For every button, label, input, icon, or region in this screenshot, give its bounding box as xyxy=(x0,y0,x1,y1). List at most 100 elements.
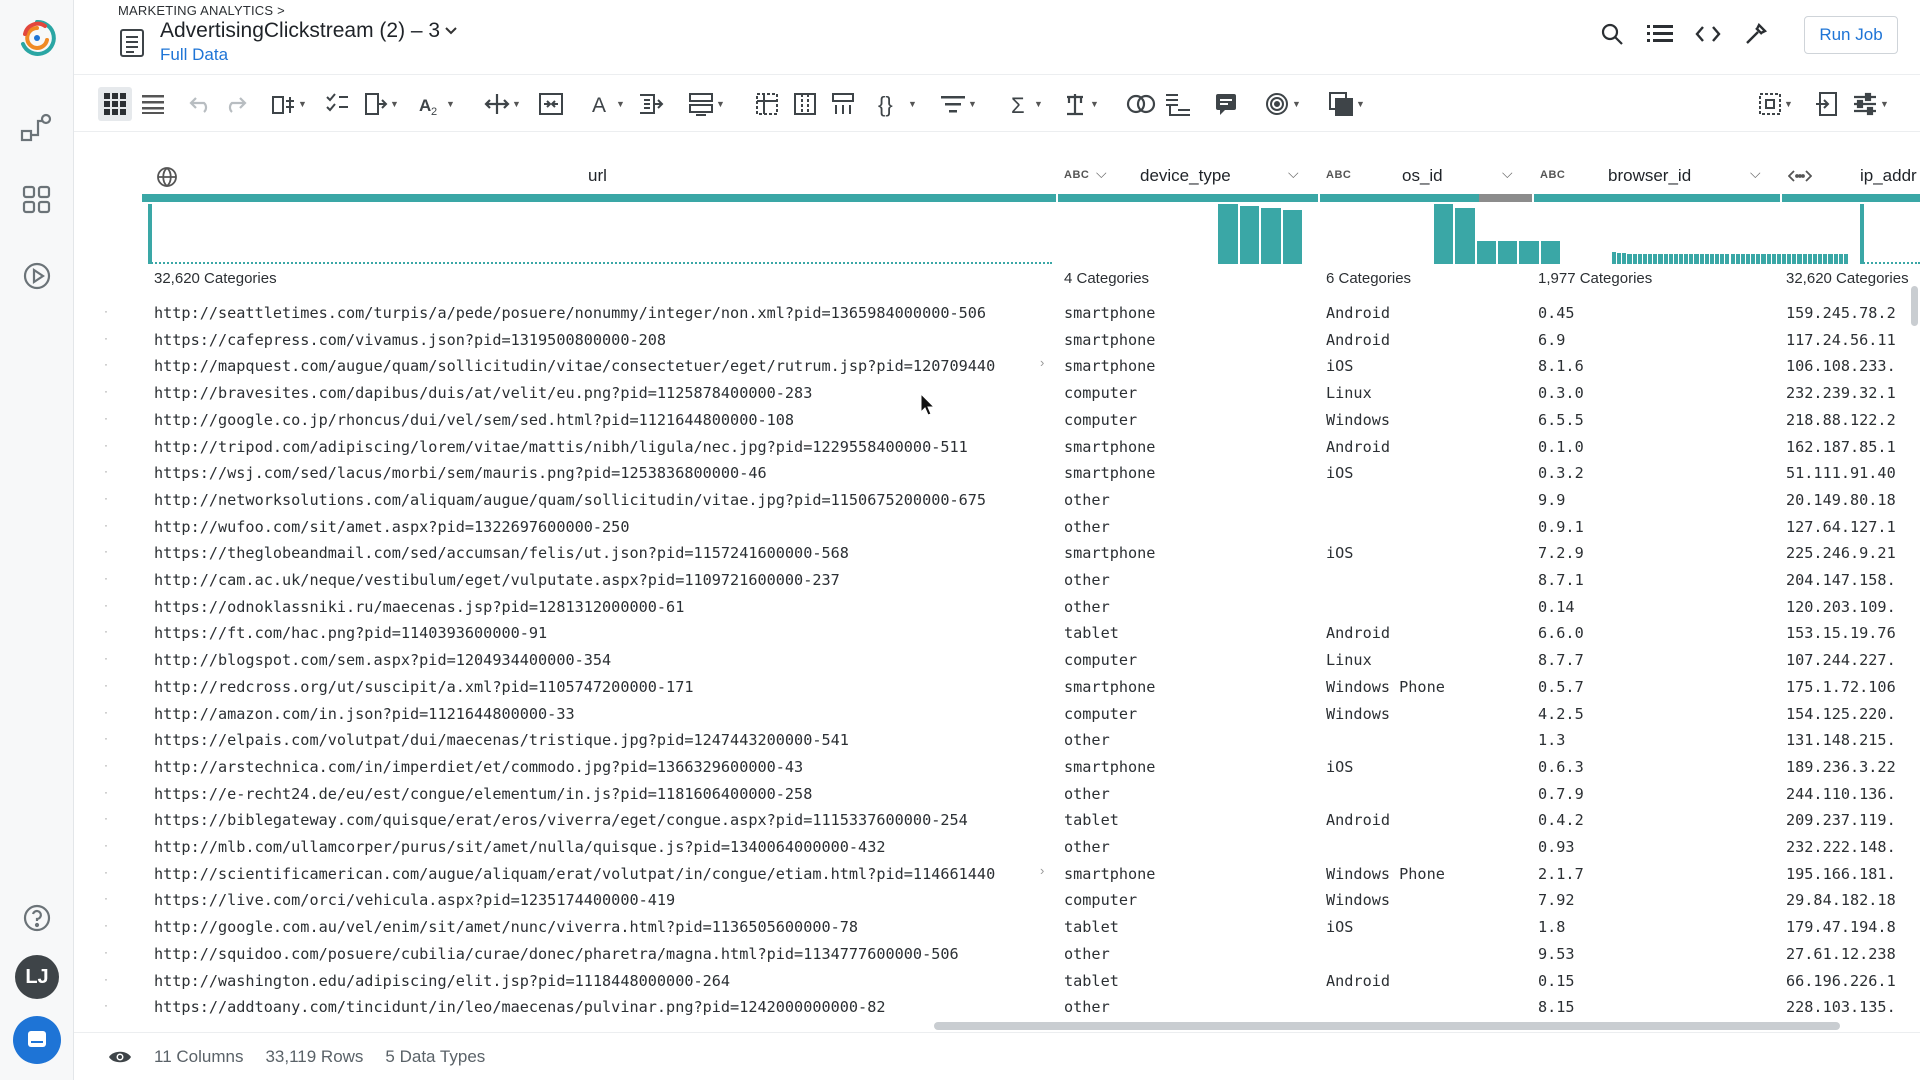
quality-bar-browser-id[interactable] xyxy=(1534,194,1780,202)
column-header-browser-id[interactable]: ABC browser_id ⌵ xyxy=(1532,160,1780,194)
cell-device-type[interactable]: tablet xyxy=(1064,918,1314,936)
histogram-bar[interactable] xyxy=(1218,204,1238,264)
validate-icon[interactable] xyxy=(324,87,350,121)
sample-link[interactable]: Full Data xyxy=(160,45,228,65)
cell-url[interactable]: http://tripod.com/adipiscing/lorem/vitae… xyxy=(154,438,1132,456)
histogram-bar[interactable] xyxy=(1823,253,1828,264)
cell-url[interactable]: http://washington.edu/adipiscing/elit.js… xyxy=(154,972,1132,990)
histogram-bar[interactable] xyxy=(1812,253,1818,264)
cell-device-type[interactable]: smartphone xyxy=(1064,678,1314,696)
cell-url[interactable]: https://biblegateway.com/quisque/erat/er… xyxy=(154,811,1132,829)
cell-os-id[interactable]: Windows xyxy=(1326,891,1526,909)
histogram-bar[interactable] xyxy=(1653,253,1658,264)
cell-device-type[interactable]: other xyxy=(1064,598,1314,616)
cell-browser-id[interactable]: 9.9 xyxy=(1538,491,1774,509)
histogram-bar[interactable] xyxy=(1455,207,1475,264)
cell-ip-addr[interactable]: 225.246.9.21 xyxy=(1786,544,1920,562)
redo-icon[interactable] xyxy=(224,87,248,121)
chevron-down-icon[interactable]: ⌵ xyxy=(1288,165,1299,182)
histogram-bar[interactable] xyxy=(1745,253,1751,264)
cell-ip-addr[interactable]: 159.245.78.2 xyxy=(1786,304,1920,322)
cell-url[interactable]: http://bravesites.com/dapibus/duis/at/ve… xyxy=(154,384,1132,402)
library-icon[interactable] xyxy=(0,172,74,228)
table-row[interactable]: · http://blogspot.com/sem.aspx?pid=120493… xyxy=(74,647,1920,673)
run-job-button[interactable]: Run Job xyxy=(1804,16,1898,54)
table-row[interactable]: · http://mlb.com/ullamcorper/purus/sit/am… xyxy=(74,834,1920,860)
histogram-bar[interactable] xyxy=(1828,253,1833,264)
histogram-bar[interactable] xyxy=(1498,241,1518,264)
cell-browser-id[interactable]: 0.4.2 xyxy=(1538,811,1774,829)
undo-icon[interactable] xyxy=(188,87,212,121)
cell-browser-id[interactable]: 0.7.9 xyxy=(1538,785,1774,803)
cell-device-type[interactable]: other xyxy=(1064,518,1314,536)
cell-ip-addr[interactable]: 127.64.127.1 xyxy=(1786,518,1920,536)
histogram-bar[interactable] xyxy=(1519,241,1539,264)
cell-ip-addr[interactable]: 228.103.135. xyxy=(1786,998,1920,1016)
table-row[interactable]: · http://squidoo.com/posuere/cubilia/cura… xyxy=(74,941,1920,967)
table-row[interactable]: · http://washington.edu/adipiscing/elit.j… xyxy=(74,968,1920,994)
user-avatar[interactable]: LJ xyxy=(15,955,59,999)
cell-os-id[interactable]: iOS xyxy=(1326,464,1526,482)
cell-url[interactable]: https://wsj.com/sed/lacus/morbi/sem/maur… xyxy=(154,464,1132,482)
histogram-bar[interactable] xyxy=(1627,253,1632,264)
aggregate-icon[interactable]: Σ ▼ xyxy=(1010,87,1043,121)
cell-browser-id[interactable]: 1.8 xyxy=(1538,918,1774,936)
cell-ip-addr[interactable]: 232.239.32.1 xyxy=(1786,384,1920,402)
cell-device-type[interactable]: smartphone xyxy=(1064,304,1314,322)
cell-browser-id[interactable]: 0.9.1 xyxy=(1538,518,1774,536)
cell-device-type[interactable]: smartphone xyxy=(1064,464,1314,482)
histogram-bar[interactable] xyxy=(1658,253,1663,264)
cell-url[interactable]: http://amazon.com/in.json?pid=1121644800… xyxy=(154,705,1132,723)
histogram-bar[interactable] xyxy=(1715,253,1720,264)
vertical-scrollbar[interactable] xyxy=(1911,286,1918,326)
pivot-icon[interactable] xyxy=(754,87,780,121)
histogram-bar[interactable] xyxy=(1704,253,1709,264)
cell-url[interactable]: http://networksolutions.com/aliquam/augu… xyxy=(154,491,1132,509)
histogram-bar[interactable] xyxy=(1776,253,1781,264)
histogram-ip-addr[interactable] xyxy=(1860,202,1920,264)
quality-bar-os-id[interactable] xyxy=(1320,194,1479,202)
target-icon[interactable]: ▼ xyxy=(1264,87,1301,121)
cell-url[interactable]: http://cam.ac.uk/neque/vestibulum/eget/v… xyxy=(154,571,1132,589)
expand-chevron-icon[interactable]: › xyxy=(1040,355,1044,370)
cell-device-type[interactable]: other xyxy=(1064,838,1314,856)
cell-device-type[interactable]: other xyxy=(1064,731,1314,749)
table-row[interactable]: · http://arstechnica.com/in/imperdiet/et/… xyxy=(74,754,1920,780)
histogram-bar[interactable] xyxy=(1761,253,1766,264)
cell-browser-id[interactable]: 8.1.6 xyxy=(1538,357,1774,375)
cell-ip-addr[interactable]: 175.1.72.106 xyxy=(1786,678,1920,696)
table-row[interactable]: · http://mapquest.com/augue/quam/sollicit… xyxy=(74,353,1920,379)
cell-device-type[interactable]: smartphone xyxy=(1064,865,1314,883)
cell-url[interactable]: http://scientificamerican.com/augue/aliq… xyxy=(154,865,1114,883)
cell-os-id[interactable]: iOS xyxy=(1326,357,1526,375)
table-row[interactable]: · https://addtoany.com/tincidunt/in/leo/m… xyxy=(74,994,1920,1020)
column-header-os-id[interactable]: ABC os_id ⌵ xyxy=(1318,160,1532,194)
cell-url[interactable]: https://theglobeandmail.com/sed/accumsan… xyxy=(154,544,1132,562)
cell-url[interactable]: http://google.co.jp/rhoncus/dui/vel/sem/… xyxy=(154,411,1132,429)
cell-os-id[interactable]: iOS xyxy=(1326,544,1526,562)
histogram-bar[interactable] xyxy=(1797,253,1802,264)
cell-browser-id[interactable]: 0.1.0 xyxy=(1538,438,1774,456)
cell-device-type[interactable]: computer xyxy=(1064,651,1314,669)
cell-os-id[interactable]: iOS xyxy=(1326,758,1526,776)
cell-os-id[interactable]: Android xyxy=(1326,972,1526,990)
cell-url[interactable]: http://redcross.org/ut/suscipit/a.xml?pi… xyxy=(154,678,1132,696)
cell-url[interactable]: http://squidoo.com/posuere/cubilia/curae… xyxy=(154,945,1132,963)
histogram-bar[interactable] xyxy=(1782,253,1787,264)
histogram-bar[interactable] xyxy=(1261,207,1281,264)
cell-browser-id[interactable]: 0.15 xyxy=(1538,972,1774,990)
table-row[interactable]: · https://e-recht24.de/eu/est/congue/elem… xyxy=(74,781,1920,807)
histogram-bar[interactable] xyxy=(1730,253,1735,264)
cell-ip-addr[interactable]: 209.237.119. xyxy=(1786,811,1920,829)
histogram-bar[interactable] xyxy=(1807,253,1812,264)
cell-os-id[interactable]: Android xyxy=(1326,304,1526,322)
macro-icon[interactable]: ▼ xyxy=(1328,87,1365,121)
cell-ip-addr[interactable]: 162.187.85.1 xyxy=(1786,438,1920,456)
jobs-history-icon[interactable] xyxy=(0,248,74,304)
cell-device-type[interactable]: other xyxy=(1064,945,1314,963)
cell-os-id[interactable]: iOS xyxy=(1326,918,1526,936)
horizontal-scrollbar[interactable] xyxy=(934,1022,1840,1030)
table-row[interactable]: · https://odnoklassniki.ru/maecenas.jsp?p… xyxy=(74,594,1920,620)
cell-device-type[interactable]: computer xyxy=(1064,891,1314,909)
table-row[interactable]: · https://cafepress.com/vivamus.json?pid=… xyxy=(74,327,1920,353)
